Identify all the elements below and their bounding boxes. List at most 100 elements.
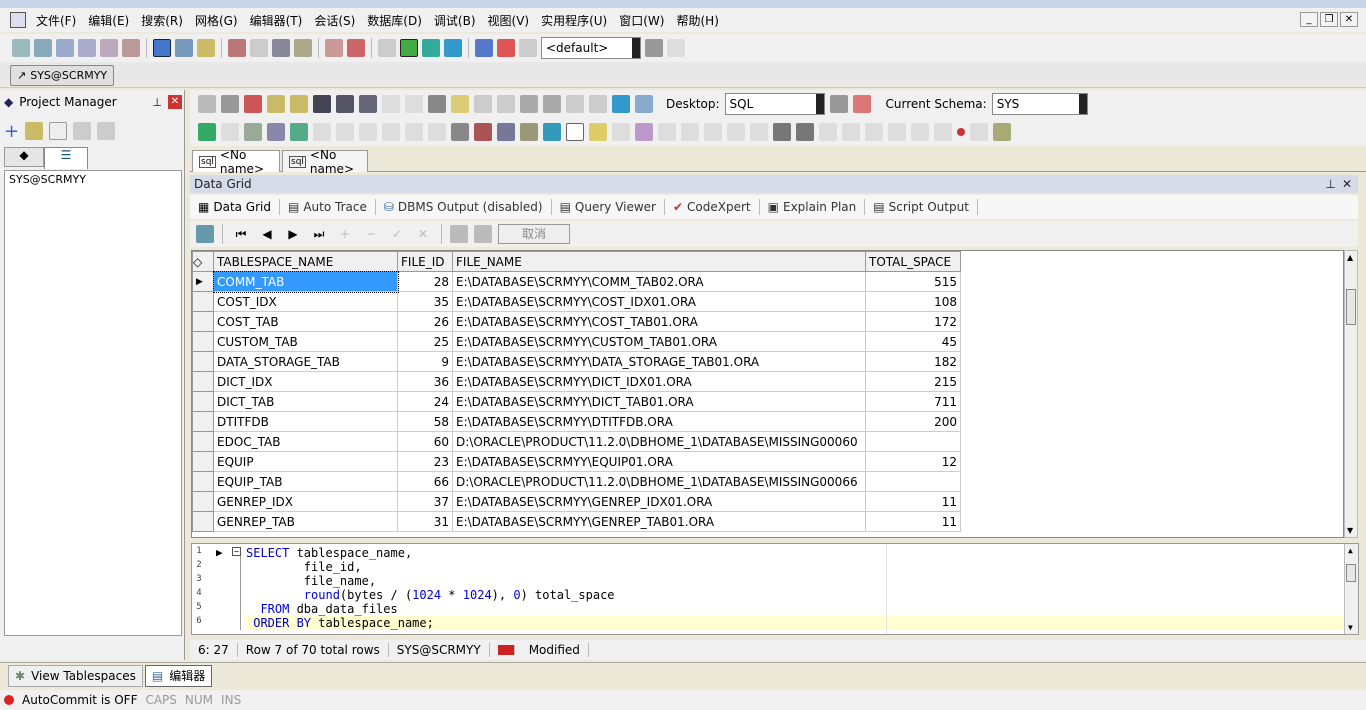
cell-file-id[interactable]: 31 — [397, 511, 453, 532]
cell-file-name[interactable]: E:\DATABASE\SCRMYY\DATA_STORAGE_TAB01.OR… — [452, 351, 866, 372]
initcap-icon[interactable] — [750, 123, 768, 141]
print-icon[interactable] — [97, 122, 116, 140]
menu-file[interactable]: 文件(F) — [30, 12, 82, 29]
execute-script-icon[interactable] — [244, 123, 262, 141]
column-header-tablespace-name[interactable]: TABLESPACE_NAME — [213, 251, 398, 272]
cancel-button[interactable]: 取消 — [498, 224, 570, 244]
cell-file-id[interactable]: 58 — [397, 411, 453, 432]
play-icon[interactable] — [934, 123, 952, 141]
cell-tablespace-name[interactable]: GENREP_IDX — [213, 491, 398, 512]
bug-icon[interactable] — [400, 39, 418, 57]
pin-icon[interactable]: ⊥ — [152, 96, 162, 109]
step-icon[interactable] — [267, 123, 285, 141]
grid-icon[interactable] — [175, 39, 193, 57]
jump-icon[interactable] — [612, 95, 630, 113]
undo-icon[interactable] — [658, 123, 676, 141]
record-icon[interactable] — [957, 128, 965, 136]
editor-scrollbar[interactable]: ▲ ▼ — [1344, 544, 1358, 634]
collapse-icon[interactable]: − — [232, 547, 241, 556]
cell-file-name[interactable]: E:\DATABASE\SCRMYY\DICT_IDX01.ORA — [452, 371, 866, 392]
compare-icon[interactable] — [888, 123, 906, 141]
table-row[interactable]: DTITFDB 58 E:\DATABASE\SCRMYY\DTITFDB.ORA 2… — [192, 411, 961, 432]
grid-scrollbar[interactable]: ▲ ▼ — [1344, 250, 1358, 538]
report-icon[interactable] — [272, 39, 290, 57]
desktop-combo[interactable]: SQL — [724, 93, 825, 115]
save-profile-icon[interactable] — [645, 39, 663, 57]
cell-file-id[interactable]: 35 — [397, 291, 453, 312]
cell-file-id[interactable]: 24 — [397, 391, 453, 412]
connection-tab[interactable]: ↗ SYS@SCRMYY — [10, 65, 114, 86]
sql-icon[interactable] — [221, 95, 239, 113]
pin-icon[interactable]: ⊥ — [1325, 177, 1335, 191]
table-row[interactable]: GENREP_IDX 37 E:\DATABASE\SCRMYY\GENREP_ID… — [192, 491, 961, 512]
close-icon[interactable]: ✕ — [168, 95, 182, 109]
cell-file-name[interactable]: E:\DATABASE\SCRMYY\GENREP_IDX01.ORA — [452, 491, 866, 512]
commit-icon[interactable] — [450, 225, 468, 243]
close-icon[interactable]: ✕ — [1342, 177, 1352, 191]
outdent-icon[interactable] — [796, 123, 814, 141]
tree-item-connection[interactable]: SYS@SCRMYY — [5, 171, 181, 188]
row-indicator[interactable] — [192, 491, 214, 512]
split-icon[interactable] — [497, 95, 515, 113]
step-into-icon[interactable] — [359, 123, 377, 141]
cell-tablespace-name[interactable]: EQUIP — [213, 451, 398, 472]
table-row[interactable]: EDOC_TAB 60 D:\ORACLE\PRODUCT\11.2.0\DBHOM… — [192, 431, 961, 452]
cell-total-space[interactable]: 515 — [865, 271, 961, 292]
row-indicator[interactable] — [192, 411, 214, 432]
scroll-up-icon[interactable]: ▲ — [1347, 253, 1353, 262]
explain-icon[interactable] — [228, 39, 246, 57]
cut-icon[interactable] — [73, 122, 92, 140]
comment-icon[interactable] — [635, 123, 653, 141]
sql-recall-icon[interactable] — [520, 95, 538, 113]
first-record-icon[interactable]: ⏮ — [231, 227, 251, 242]
menu-grid[interactable]: 网格(G) — [189, 12, 244, 29]
cell-file-id[interactable]: 66 — [397, 471, 453, 492]
cancel-edit-icon[interactable]: ✕ — [413, 227, 433, 241]
table-row[interactable]: CUSTOM_TAB 25 E:\DATABASE\SCRMYY\CUSTOM_TA… — [192, 331, 961, 352]
column-header-file-id[interactable]: FILE_ID — [397, 251, 453, 272]
cell-file-name[interactable]: E:\DATABASE\SCRMYY\COMM_TAB02.ORA — [452, 271, 866, 292]
save-icon[interactable] — [313, 95, 331, 113]
cell-tablespace-name[interactable]: COST_TAB — [213, 311, 398, 332]
menu-view[interactable]: 视图(V) — [482, 12, 536, 29]
database-browser-icon[interactable] — [100, 39, 118, 57]
cell-total-space[interactable]: 172 — [865, 311, 961, 332]
cell-total-space[interactable] — [865, 431, 961, 452]
cell-tablespace-name[interactable]: DICT_IDX — [213, 371, 398, 392]
table-row[interactable]: COST_IDX 35 E:\DATABASE\SCRMYY\COST_IDX01.… — [192, 291, 961, 312]
cell-tablespace-name[interactable]: EDOC_TAB — [213, 431, 398, 452]
cell-file-id[interactable]: 60 — [397, 431, 453, 452]
indent-icon[interactable] — [773, 123, 791, 141]
cell-total-space[interactable]: 11 — [865, 491, 961, 512]
tab-data-grid[interactable]: ▦ Data Grid — [190, 199, 280, 215]
menu-database[interactable]: 数据库(D) — [361, 12, 428, 29]
run-to-cursor-icon[interactable] — [290, 123, 308, 141]
menu-help[interactable]: 帮助(H) — [670, 12, 724, 29]
brackets-icon[interactable] — [336, 123, 354, 141]
desktop-delete-icon[interactable] — [852, 95, 871, 113]
rollback-icon[interactable] — [497, 39, 515, 57]
sync-icon[interactable] — [347, 39, 365, 57]
cell-file-id[interactable]: 25 — [397, 331, 453, 352]
tile-icon[interactable] — [911, 123, 929, 141]
tab-view-tablespaces[interactable]: ✱ View Tablespaces — [8, 664, 143, 687]
cell-total-space[interactable]: 45 — [865, 331, 961, 352]
step-over-icon[interactable] — [382, 123, 400, 141]
tab-projects-icon[interactable]: ◆ — [4, 147, 44, 167]
autocommit-status[interactable]: AutoCommit is OFF — [22, 693, 137, 707]
clear-highlight-icon[interactable] — [612, 123, 630, 141]
stop-record-icon[interactable] — [970, 123, 988, 141]
open-icon[interactable] — [267, 95, 285, 113]
desktop-save-icon[interactable] — [829, 95, 848, 113]
row-indicator[interactable] — [192, 471, 214, 492]
schema-combo[interactable]: SYS — [991, 93, 1088, 115]
cell-tablespace-name[interactable]: CUSTOM_TAB — [213, 331, 398, 352]
cell-file-name[interactable]: E:\DATABASE\SCRMYY\DICT_TAB01.ORA — [452, 391, 866, 412]
rollback-icon[interactable] — [474, 225, 492, 243]
forward-icon[interactable] — [589, 95, 607, 113]
cell-file-name[interactable]: E:\DATABASE\SCRMYY\COST_TAB01.ORA — [452, 311, 866, 332]
row-indicator[interactable] — [192, 291, 214, 312]
delete-record-icon[interactable]: − — [361, 227, 381, 241]
cell-file-id[interactable]: 37 — [397, 491, 453, 512]
table-row[interactable]: DICT_IDX 36 E:\DATABASE\SCRMYY\DICT_IDX01.… — [192, 371, 961, 392]
